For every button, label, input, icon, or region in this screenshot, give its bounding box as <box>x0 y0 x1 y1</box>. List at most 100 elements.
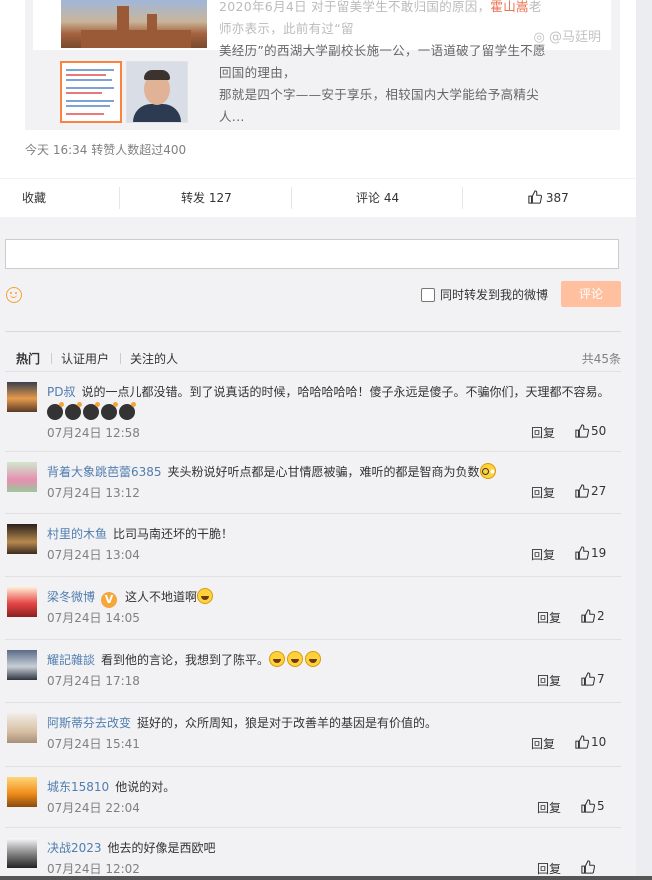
comment-body: 背着大象跳芭蕾6385 夹头粉说好听点都是心甘情愿被骗，难听的都是智商为负数 <box>47 462 617 483</box>
weibo-post-card: 2020年6月4日 对于留美学生不敢归国的原因，霍山嵩老师亦表示，此前有过“留 … <box>0 0 636 880</box>
glasses-emoji-icon <box>479 463 496 479</box>
comment-time: 07月24日 15:41 <box>47 737 140 751</box>
comment-like-button[interactable]: 10 <box>575 735 606 749</box>
commenter-avatar[interactable] <box>7 587 37 617</box>
reply-button[interactable]: 回复 <box>531 484 555 501</box>
commenter-avatar[interactable] <box>7 713 37 743</box>
comment-body: 决战2023 他去的好像是西欧吧 <box>47 838 617 859</box>
comment-body: 村里的木鱼 比司马南还坏的干脆！ <box>47 524 617 545</box>
snippet-image <box>61 0 207 48</box>
thumbs-up-icon <box>581 672 596 686</box>
comment-item: PD叔 说的一点儿都没错。到了说真话的时候，哈哈哈哈哈！傻子永远是傻子。不骗你们，… <box>5 371 621 440</box>
tab-following[interactable]: 关注的人 <box>130 350 178 367</box>
commenter-name[interactable]: 城东15810 <box>47 780 109 794</box>
comment-like-button[interactable]: 5 <box>581 799 605 813</box>
comment-time: 07月24日 17:18 <box>47 674 140 688</box>
comment-body: 梁冬微博 V 这人不地道啊 <box>47 587 617 608</box>
comment-time: 07月24日 22:04 <box>47 801 140 815</box>
repost-preview: 2020年6月4日 对于留美学生不敢归国的原因，霍山嵩老师亦表示，此前有过“留 … <box>25 0 620 130</box>
reply-button[interactable]: 回复 <box>531 424 555 441</box>
commenter-avatar[interactable] <box>7 524 37 554</box>
tab-hot[interactable]: 热门 <box>16 350 40 367</box>
laugh-emoji-icon <box>197 588 214 604</box>
verified-badge-icon: V <box>101 592 118 608</box>
comment-time: 07月24日 12:58 <box>47 426 140 440</box>
laugh-emoji-icon <box>269 651 286 667</box>
comment-like-button[interactable]: 19 <box>575 546 606 560</box>
bomb-emoji-icon <box>119 402 136 420</box>
comment-body: 阿斯蒂芬去改变 挺好的，众所周知，狼是对于改善羊的基因是有价值的。 <box>47 713 617 734</box>
comment-input[interactable] <box>5 239 619 269</box>
thumbs-up-icon <box>528 190 543 204</box>
bomb-emoji-icon <box>83 402 100 420</box>
reply-button[interactable]: 回复 <box>531 735 555 752</box>
comment-list: 热门 认证用户 关注的人 共45条 PD叔 说的一点儿都没错。到了说真话的时候，哈… <box>0 327 636 880</box>
bomb-emoji-icon <box>101 402 118 420</box>
comment-like-button[interactable]: 2 <box>581 609 605 623</box>
commenter-avatar[interactable] <box>7 382 37 412</box>
commenter-avatar[interactable] <box>7 838 37 868</box>
commenter-avatar[interactable] <box>7 462 37 492</box>
emoji-picker-icon[interactable] <box>6 287 22 303</box>
comment-item: 决战2023 他去的好像是西欧吧 07月24日 12:02 回复 <box>5 827 621 880</box>
comment-composer: 同时转发到我的微博 评论 <box>0 217 636 327</box>
bomb-emoji-icon <box>47 402 64 420</box>
thumbs-up-icon <box>581 799 596 813</box>
commenter-name[interactable]: 背着大象跳芭蕾6385 <box>47 465 162 479</box>
comment-like-button[interactable] <box>581 860 597 874</box>
favorite-button[interactable]: 收藏 <box>22 179 46 217</box>
commenter-name[interactable]: PD叔 <box>47 385 75 399</box>
comment-text: 说的一点儿都没错。到了说真话的时候，哈哈哈哈哈！傻子永远是傻子。不骗你们，天理都… <box>81 385 610 399</box>
comment-like-button[interactable]: 7 <box>581 672 605 686</box>
action-bar: 收藏 转发 127 评论 44 387 <box>0 178 636 218</box>
submit-comment-button[interactable]: 评论 <box>561 281 621 307</box>
comment-item: 城东15810 他说的对。 07月24日 22:04 回复 5 <box>5 766 621 829</box>
comment-text: 比司马南还坏的干脆！ <box>113 527 234 541</box>
comment-item: 村里的木鱼 比司马南还坏的干脆！ 07月24日 13:04 回复 19 <box>5 513 621 576</box>
commenter-avatar[interactable] <box>7 777 37 807</box>
reply-button[interactable]: 回复 <box>531 546 555 563</box>
reply-button[interactable]: 回复 <box>537 799 561 816</box>
commenter-name[interactable]: 耀記雜談 <box>47 653 95 667</box>
laugh-emoji-icon <box>287 651 304 667</box>
weibo-logo-icon: ◎ <box>533 30 545 45</box>
comment-item: 阿斯蒂芬去改变 挺好的，众所周知，狼是对于改善羊的基因是有价值的。 07月24日 … <box>5 702 621 765</box>
tab-verified[interactable]: 认证用户 <box>61 350 109 367</box>
repost-checkbox[interactable] <box>421 288 435 302</box>
comment-time: 07月24日 14:05 <box>47 611 140 625</box>
repost-button[interactable]: 转发 127 <box>181 179 232 217</box>
reply-button[interactable]: 回复 <box>537 672 561 689</box>
thumbnail-portrait[interactable] <box>126 61 188 123</box>
comment-text: 他说的对。 <box>115 780 176 794</box>
snippet-text: 2020年6月4日 对于留美学生不敢归国的原因，霍山嵩老师亦表示，此前有过“留 … <box>219 0 546 124</box>
comment-button[interactable]: 评论 44 <box>356 179 399 217</box>
comment-time: 07月24日 13:04 <box>47 548 140 562</box>
comment-tabs: 热门 认证用户 关注的人 共45条 <box>5 331 621 372</box>
thumbs-up-icon <box>575 735 590 749</box>
comment-item: 梁冬微博 V 这人不地道啊 07月24日 14:05 回复 2 <box>5 576 621 639</box>
comment-text: 挺好的，众所周知，狼是对于改善羊的基因是有价值的。 <box>137 716 438 730</box>
link-snippet[interactable]: 2020年6月4日 对于留美学生不敢归国的原因，霍山嵩老师亦表示，此前有过“留 … <box>33 0 611 124</box>
comment-like-button[interactable]: 27 <box>575 484 606 498</box>
thumbnail-article[interactable] <box>60 61 122 123</box>
thumbs-up-icon <box>581 609 596 623</box>
comment-count: 共45条 <box>581 352 621 366</box>
commenter-avatar[interactable] <box>7 650 37 680</box>
reply-button[interactable]: 回复 <box>537 609 561 626</box>
repost-checkbox-label: 同时转发到我的微博 <box>440 288 549 302</box>
commenter-name[interactable]: 村里的木鱼 <box>47 527 107 541</box>
commenter-name[interactable]: 阿斯蒂芬去改变 <box>47 716 131 730</box>
commenter-name[interactable]: 梁冬微博 <box>47 590 95 604</box>
post-meta: 今天 16:34 转赞人数超过400 <box>25 143 187 157</box>
comment-body: 耀記雜談 看到他的言论，我想到了陈平。 <box>47 650 617 671</box>
commenter-name[interactable]: 决战2023 <box>47 841 102 855</box>
like-button[interactable]: 387 <box>528 179 569 217</box>
comment-time: 07月24日 13:12 <box>47 486 140 500</box>
watermark: ◎ @马廷明 <box>533 30 602 45</box>
comment-like-button[interactable]: 50 <box>575 424 606 438</box>
comment-text: 看到他的言论，我想到了陈平。 <box>101 653 270 667</box>
reply-button[interactable]: 回复 <box>537 860 561 877</box>
thumbs-up-icon <box>575 546 590 560</box>
comment-item: 耀記雜談 看到他的言论，我想到了陈平。 07月24日 17:18 回复 7 <box>5 639 621 702</box>
comment-text: 这人不地道啊 <box>125 590 198 604</box>
